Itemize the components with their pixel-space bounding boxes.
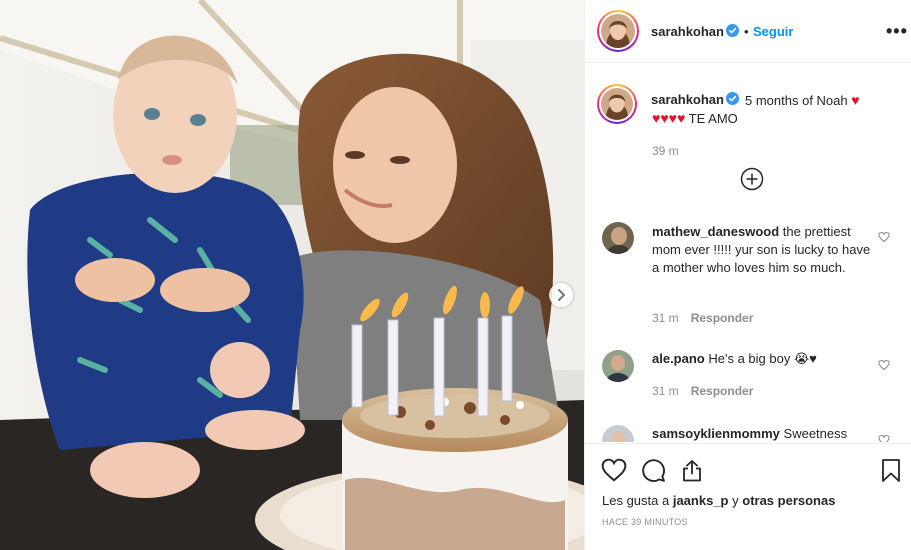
post-details-panel: sarahkohan • Seguir ••• sarahkohan 5 mon… xyxy=(584,0,911,550)
author-avatar[interactable] xyxy=(597,10,639,52)
header-separator: • xyxy=(744,24,749,39)
commenter-username[interactable]: mathew_daneswood xyxy=(652,224,779,239)
likes-prefix: Les gusta a xyxy=(602,493,670,508)
save-button[interactable] xyxy=(881,458,901,486)
commenter-avatar-image xyxy=(602,222,634,254)
caption-avatar-image xyxy=(601,88,633,120)
carousel-next-icon xyxy=(558,289,565,301)
likes-user-link[interactable]: jaanks_p xyxy=(673,493,729,508)
follow-button[interactable]: Seguir xyxy=(753,24,793,39)
caption-te-amo: TE AMO xyxy=(688,111,738,126)
hearts-emoji: ♥♥♥♥ xyxy=(652,110,686,126)
comments-list[interactable]: sarahkohan 5 months of Noah ♥ ♥♥♥♥ TE AM… xyxy=(585,64,911,442)
like-button[interactable] xyxy=(601,458,627,485)
verified-badge-icon xyxy=(726,24,739,37)
load-more-comments-icon xyxy=(740,167,764,191)
heart-emoji: ♥ xyxy=(851,92,860,108)
comment-emoji: 😭♥ xyxy=(793,351,817,366)
comment-text-block: ale.pano He's a big boy 😭♥ xyxy=(652,350,872,368)
caption-timestamp[interactable]: 39 m xyxy=(652,144,679,158)
comment-icon xyxy=(642,459,665,482)
author-username[interactable]: sarahkohan xyxy=(651,24,724,39)
comment-text-block: mathew_daneswood the prettiest mom ever … xyxy=(652,223,872,277)
comment-time[interactable]: 31 m xyxy=(652,311,679,325)
like-post-icon xyxy=(601,458,627,482)
commenter-avatar[interactable] xyxy=(602,425,634,442)
like-comment-button[interactable] xyxy=(878,359,890,374)
comment-button[interactable] xyxy=(641,458,666,486)
comment-meta: 31 m Responder xyxy=(652,311,753,325)
commenter-avatar-image xyxy=(602,350,634,382)
like-comment-button[interactable] xyxy=(878,434,890,442)
comment-text: Sweetness xyxy=(783,426,848,441)
caption-avatar[interactable] xyxy=(597,84,637,124)
reply-button[interactable]: Responder xyxy=(691,384,754,398)
likes-others-link[interactable]: otras personas xyxy=(742,493,835,508)
save-icon xyxy=(882,459,900,482)
caption-text: 5 months of Noah xyxy=(745,93,848,108)
caption-text-line1: 5 months of Noah ♥ xyxy=(745,92,860,108)
like-comment-icon xyxy=(878,359,890,371)
more-options-icon[interactable]: ••• xyxy=(886,21,908,42)
like-comment-icon xyxy=(878,434,890,442)
commenter-avatar-image xyxy=(602,425,634,442)
comment-text-block: samsoyklienmommy Sweetness xyxy=(652,425,872,442)
post-actions: Les gusta a jaanks_p y otras personas Ha… xyxy=(585,443,911,550)
verified-badge xyxy=(726,24,739,40)
post-time-ago[interactable]: Hace 39 minutos xyxy=(602,517,688,527)
commenter-username[interactable]: samsoyklienmommy xyxy=(652,426,780,441)
reply-button[interactable]: Responder xyxy=(691,311,754,325)
commenter-avatar[interactable] xyxy=(602,350,634,382)
like-comment-button[interactable] xyxy=(878,231,890,246)
caption-username[interactable]: sarahkohan xyxy=(651,92,724,107)
likes-suffix: y xyxy=(732,493,739,508)
likes-summary: Les gusta a jaanks_p y otras personas xyxy=(602,493,835,508)
share-button[interactable] xyxy=(680,458,704,486)
comment-text: He's a big boy xyxy=(708,351,791,366)
comment-time[interactable]: 31 m xyxy=(652,384,679,398)
like-comment-icon xyxy=(878,231,890,243)
post-photo-image xyxy=(0,0,584,550)
caption-text-line2: ♥♥♥♥ TE AMO xyxy=(652,110,738,126)
load-more-comments-button[interactable] xyxy=(740,167,764,191)
share-icon xyxy=(683,460,701,482)
comment-meta: 31 m Responder xyxy=(652,384,753,398)
carousel-next-button[interactable] xyxy=(549,283,573,307)
post-header: sarahkohan • Seguir ••• xyxy=(585,0,911,63)
commenter-avatar[interactable] xyxy=(602,222,634,254)
author-avatar-image xyxy=(601,14,635,48)
post-photo[interactable] xyxy=(0,0,584,550)
caption-verified-badge xyxy=(726,92,739,108)
verified-badge-icon xyxy=(726,92,739,105)
commenter-username[interactable]: ale.pano xyxy=(652,351,705,366)
